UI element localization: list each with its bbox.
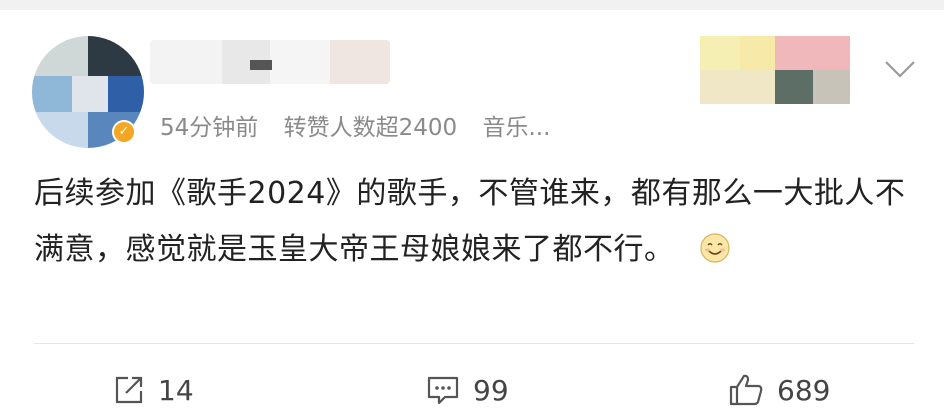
post-body: 后续参加《歌手2024》的歌手，不管谁来，都有那么一大批人不满意，感觉就是玉皇大… — [34, 166, 914, 278]
follow-button-blurred[interactable] — [700, 36, 850, 104]
chevron-down-icon[interactable] — [882, 56, 918, 82]
divider — [34, 343, 914, 344]
post-meta: 54分钟前 转赞人数超2400 音乐... — [160, 108, 568, 142]
comment-count: 99 — [473, 373, 509, 407]
smile-emoji — [699, 233, 730, 263]
comment-icon — [427, 376, 459, 405]
post-text: 后续参加《歌手2024》的歌手，不管谁来，都有那么一大批人不满意，感觉就是玉皇大… — [34, 176, 906, 267]
like-count: 689 — [777, 373, 831, 407]
repost-info: 转赞人数超2400 — [283, 115, 458, 141]
verified-badge-icon: ✓ — [112, 120, 136, 144]
top-strip — [0, 0, 944, 10]
username-blurred[interactable] — [150, 40, 390, 84]
post-time: 54分钟前 — [160, 115, 259, 141]
like-button[interactable]: 689 — [727, 368, 830, 412]
repost-icon — [115, 376, 143, 404]
repost-count: 14 — [158, 373, 194, 407]
repost-button[interactable]: 14 — [112, 368, 194, 412]
post-source[interactable]: 音乐... — [482, 115, 550, 141]
like-icon — [729, 374, 763, 406]
comment-button[interactable]: 99 — [425, 368, 509, 412]
